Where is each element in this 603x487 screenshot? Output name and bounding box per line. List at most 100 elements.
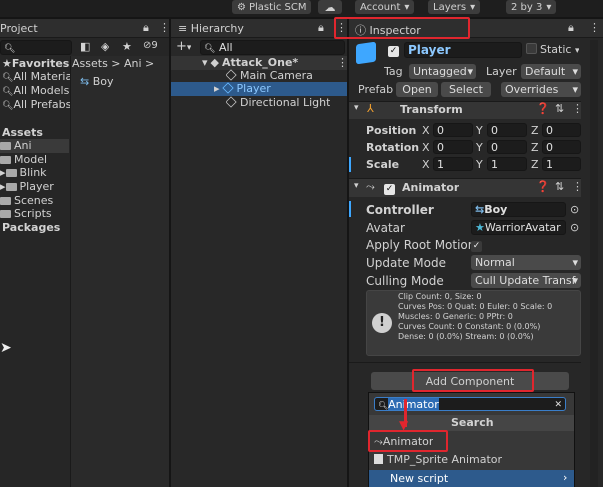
layout-dropdown[interactable]: 2 by 3 ▾ — [506, 0, 557, 14]
position-y-label[interactable]: Y — [476, 124, 483, 137]
position-x-label[interactable]: X — [422, 124, 430, 137]
account-dropdown[interactable]: Account ▾ — [355, 0, 415, 14]
layers-dropdown[interactable]: Layers ▾ — [428, 0, 481, 14]
hierarchy-item-directional-light[interactable]: Directional Light — [226, 96, 330, 109]
chevron-right-icon[interactable]: ▸ — [0, 180, 6, 193]
folder-item-model[interactable]: Model — [0, 153, 47, 166]
favorite-item[interactable]: 🔍︎All Materia — [2, 70, 72, 83]
chevron-right-icon[interactable]: › — [563, 471, 567, 484]
hierarchy-item-player[interactable]: ▸Player› — [214, 82, 271, 95]
culling-mode-label[interactable]: Culling Mode — [366, 274, 444, 288]
assets-heading[interactable]: Assets — [2, 126, 43, 139]
controller-label[interactable]: Controller — [366, 203, 434, 217]
scale-y-label[interactable]: Y — [476, 158, 483, 171]
chevron-right-icon[interactable]: ▸ — [0, 166, 6, 179]
chevron-down-icon[interactable]: ▾ — [354, 181, 359, 191]
scale-y-field[interactable]: 1 — [487, 157, 527, 171]
controller-field[interactable]: ⇆Boy — [471, 202, 566, 217]
avatar-field[interactable]: ★WarriorAvatar — [471, 220, 566, 235]
rotation-x-label[interactable]: X — [422, 141, 430, 154]
file-item-boy[interactable]: ⇆ Boy — [80, 75, 114, 88]
packages-heading[interactable]: Packages — [2, 221, 60, 234]
hierarchy-search-input[interactable]: 🔍︎ All — [200, 40, 345, 55]
chevron-right-icon[interactable]: ▸ — [214, 82, 220, 95]
presets-icon[interactable]: ⇅ — [555, 102, 564, 115]
prefab-open-button[interactable]: Open — [396, 82, 438, 97]
scale-z-field[interactable]: 1 — [542, 157, 581, 171]
chevron-down-icon[interactable]: ▾ — [354, 103, 359, 113]
object-name-field[interactable]: Player — [404, 42, 522, 58]
project-search-input[interactable]: 🔍︎ — [0, 40, 72, 55]
folder-item-scripts[interactable]: Scripts — [0, 207, 52, 220]
tab-project[interactable]: Project — [0, 22, 38, 35]
tag-dropdown[interactable]: Untagged ▾ — [409, 64, 476, 79]
rotation-y-label[interactable]: Y — [476, 141, 483, 154]
hierarchy-item-main-camera[interactable]: Main Camera — [226, 69, 313, 82]
help-icon[interactable]: ❓ — [536, 102, 550, 115]
position-z-label[interactable]: Z — [531, 124, 539, 137]
apply-root-motion-checkbox[interactable]: ✓ — [471, 238, 482, 252]
static-checkbox[interactable] — [526, 43, 537, 57]
prefab-overrides-dropdown[interactable]: Overrides ▾ — [501, 82, 581, 97]
favorite-item[interactable]: 🔍︎All Models — [2, 84, 69, 97]
filter-by-label-icon[interactable]: ◈ — [101, 40, 109, 53]
scale-x-label[interactable]: X — [422, 158, 430, 171]
kebab-menu-icon[interactable]: ⋮ — [572, 102, 583, 115]
clear-search-icon[interactable]: ✕ — [554, 398, 562, 410]
rotation-z-label[interactable]: Z — [531, 141, 539, 154]
kebab-menu-icon[interactable]: ⋮ — [337, 56, 348, 69]
apply-root-motion-label[interactable]: Apply Root Motion — [366, 238, 475, 252]
object-active-checkbox[interactable]: ✓ — [388, 43, 399, 57]
kebab-menu-icon[interactable]: ⋮ — [572, 180, 583, 193]
folder-item-ani[interactable]: Ani — [0, 139, 32, 152]
chevron-down-icon[interactable]: ▾ — [202, 56, 208, 69]
position-z-field[interactable]: 0 — [542, 123, 581, 137]
cloud-button[interactable]: ☁ — [318, 0, 342, 14]
component-search-input[interactable]: 🔍︎Animator ✕ — [374, 397, 566, 411]
favorite-item[interactable]: 🔍︎All Prefabs — [2, 98, 71, 111]
tab-hierarchy[interactable]: ≡ Hierarchy — [178, 22, 244, 35]
folder-item-scenes[interactable]: Scenes — [0, 194, 53, 207]
rotation-label[interactable]: Rotation — [366, 141, 419, 154]
rotation-y-field[interactable]: 0 — [487, 140, 527, 154]
favorite-star-icon[interactable]: ★ — [122, 40, 132, 53]
rotation-x-field[interactable]: 0 — [433, 140, 473, 154]
presets-icon[interactable]: ⇅ — [555, 180, 564, 193]
lock-icon[interactable]: 🔒︎ — [318, 21, 324, 35]
prefab-select-button[interactable]: Select — [441, 82, 491, 97]
kebab-menu-icon[interactable]: ⋮ — [159, 21, 170, 34]
scale-z-label[interactable]: Z — [531, 158, 539, 171]
plastic-scm-button[interactable]: ⚙ Plastic SCM — [232, 0, 312, 14]
filter-by-type-icon[interactable]: ◧ — [80, 40, 90, 53]
avatar-label[interactable]: Avatar — [366, 221, 405, 235]
help-icon[interactable]: ❓ — [536, 180, 550, 193]
layer-dropdown[interactable]: Default ▾ — [521, 64, 581, 79]
animator-enabled-checkbox[interactable]: ✓ — [384, 181, 395, 195]
result-item-new-script[interactable]: New script — [390, 472, 448, 485]
lock-icon[interactable]: 🔒︎ — [568, 21, 574, 35]
object-picker-icon[interactable]: ⊙ — [570, 221, 579, 234]
folder-item-player[interactable]: ▸ Player — [0, 180, 54, 193]
scale-x-field[interactable]: 1 — [433, 157, 473, 171]
breadcrumb[interactable]: Assets > Ani > — [72, 57, 154, 70]
position-y-field[interactable]: 0 — [487, 123, 527, 137]
hidden-packages-icon[interactable]: ⊘9 — [143, 40, 158, 51]
lock-icon[interactable]: 🔒︎ — [143, 21, 149, 35]
scene-item[interactable]: ▾ ◆ Attack_One* — [202, 56, 298, 69]
kebab-menu-icon[interactable]: ⋮ — [589, 21, 600, 34]
static-label[interactable]: Static ▾ — [540, 43, 579, 56]
favorites-heading[interactable]: ★Favorites — [2, 57, 69, 70]
culling-mode-dropdown[interactable]: Cull Update Transf ▾ — [471, 273, 581, 288]
result-item-tmp-sprite-animator[interactable]: TMP_Sprite Animator — [374, 453, 502, 466]
folder-item-blink[interactable]: ▸ Blink — [0, 166, 47, 179]
update-mode-dropdown[interactable]: Normal ▾ — [471, 255, 581, 270]
position-x-field[interactable]: 0 — [433, 123, 473, 137]
rotation-z-field[interactable]: 0 — [542, 140, 581, 154]
scale-label[interactable]: Scale — [366, 158, 399, 171]
object-picker-icon[interactable]: ⊙ — [570, 203, 579, 216]
create-button[interactable]: +▾ — [176, 40, 191, 55]
update-mode-label[interactable]: Update Mode — [366, 256, 446, 270]
transform-icon: ⅄ — [367, 102, 374, 115]
inspector-scrollbar[interactable] — [590, 40, 598, 487]
position-label[interactable]: Position — [366, 124, 416, 137]
